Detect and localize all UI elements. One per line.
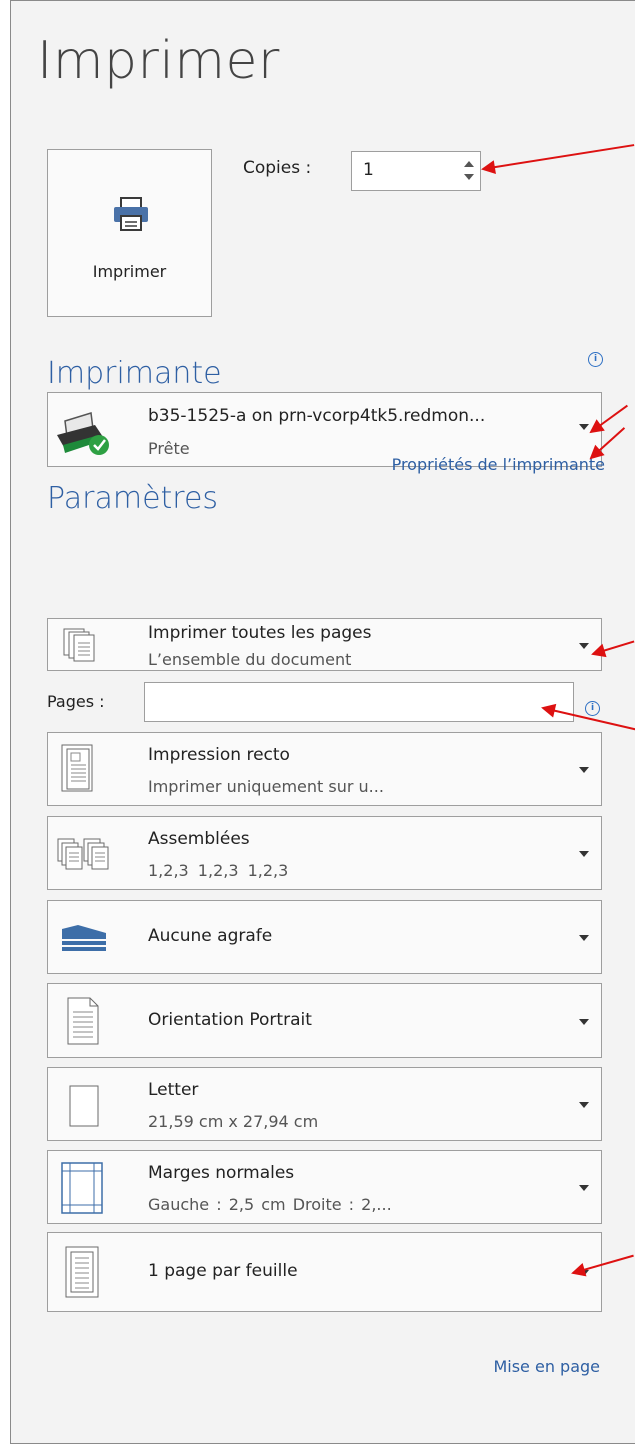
paper-title: Letter	[148, 1080, 199, 1100]
chevron-down-icon	[579, 935, 589, 941]
pages-label: Pages :	[47, 692, 105, 711]
letter-page-icon	[69, 1085, 99, 1127]
chevron-down-icon	[579, 643, 589, 649]
pages-stack-icon	[63, 628, 95, 662]
sides-title: Impression recto	[148, 745, 290, 765]
pages-per-sheet-title: 1 page par feuille	[148, 1261, 298, 1281]
page-setup-link[interactable]: Mise en page	[493, 1357, 600, 1376]
sides-dropdown[interactable]: Impression recto Imprimer uniquement sur…	[47, 732, 602, 806]
chevron-down-icon	[579, 851, 589, 857]
orientation-dropdown[interactable]: Orientation Portrait	[47, 983, 602, 1058]
collation-dropdown[interactable]: Assemblées 1,2,3 1,2,3 1,2,3	[47, 816, 602, 890]
sides-subtitle: Imprimer uniquement sur u...	[148, 777, 384, 796]
spin-down-icon[interactable]	[464, 174, 474, 180]
print-backstage-panel: Imprimer Imprimer Copies : 1 Imprimante …	[10, 0, 635, 1444]
chevron-down-icon	[579, 1185, 589, 1191]
copies-label: Copies :	[243, 158, 312, 178]
chevron-down-icon	[579, 767, 589, 773]
margins-dropdown[interactable]: Marges normales Gauche : 2,5 cm Droite :…	[47, 1150, 602, 1224]
paper-subtitle: 21,59 cm x 27,94 cm	[148, 1112, 319, 1131]
collated-icon	[57, 838, 109, 870]
printer-device-icon	[57, 412, 109, 455]
pages-per-sheet-icon	[65, 1246, 99, 1298]
annotation-arrow	[482, 144, 635, 170]
collation-subtitle: 1,2,3 1,2,3 1,2,3	[148, 861, 289, 880]
orientation-title: Orientation Portrait	[148, 1010, 312, 1030]
printer-name: b35-1525-a on prn-vcorp4tk5.redmon...	[148, 406, 486, 426]
ready-check-icon	[89, 435, 109, 455]
one-sided-icon	[61, 744, 93, 792]
spin-up-icon[interactable]	[464, 161, 474, 167]
info-icon[interactable]: i	[585, 701, 600, 716]
printer-properties-link[interactable]: Propriétés de l’imprimante	[392, 455, 605, 474]
staple-icon	[62, 925, 106, 951]
settings-heading: Paramètres	[47, 481, 219, 516]
printer-icon	[114, 197, 148, 231]
copies-value[interactable]: 1	[363, 160, 374, 180]
staple-dropdown[interactable]: Aucune agrafe	[47, 900, 602, 974]
print-button-label: Imprimer	[92, 262, 167, 281]
collation-title: Assemblées	[148, 829, 250, 849]
copies-stepper[interactable]: 1	[351, 151, 481, 191]
chevron-down-icon	[579, 1102, 589, 1108]
margins-title: Marges normales	[148, 1163, 295, 1183]
print-range-dropdown[interactable]: Imprimer toutes les pages L’ensemble du …	[47, 618, 602, 671]
printer-status: Prête	[148, 439, 190, 458]
page-title: Imprimer	[37, 31, 280, 91]
pages-input[interactable]	[144, 682, 574, 722]
info-icon[interactable]: i	[588, 352, 603, 367]
print-button[interactable]: Imprimer	[47, 149, 212, 317]
pages-per-sheet-dropdown[interactable]: 1 page par feuille	[47, 1232, 602, 1312]
paper-size-dropdown[interactable]: Letter 21,59 cm x 27,94 cm	[47, 1067, 602, 1141]
margins-subtitle: Gauche : 2,5 cm Droite : 2,...	[148, 1195, 392, 1214]
printer-heading: Imprimante	[47, 356, 222, 391]
portrait-icon	[67, 997, 99, 1045]
margins-icon	[61, 1162, 103, 1214]
print-range-title: Imprimer toutes les pages	[148, 623, 372, 643]
print-range-subtitle: L’ensemble du document	[148, 650, 352, 669]
staple-title: Aucune agrafe	[148, 926, 273, 946]
chevron-down-icon	[579, 1019, 589, 1025]
